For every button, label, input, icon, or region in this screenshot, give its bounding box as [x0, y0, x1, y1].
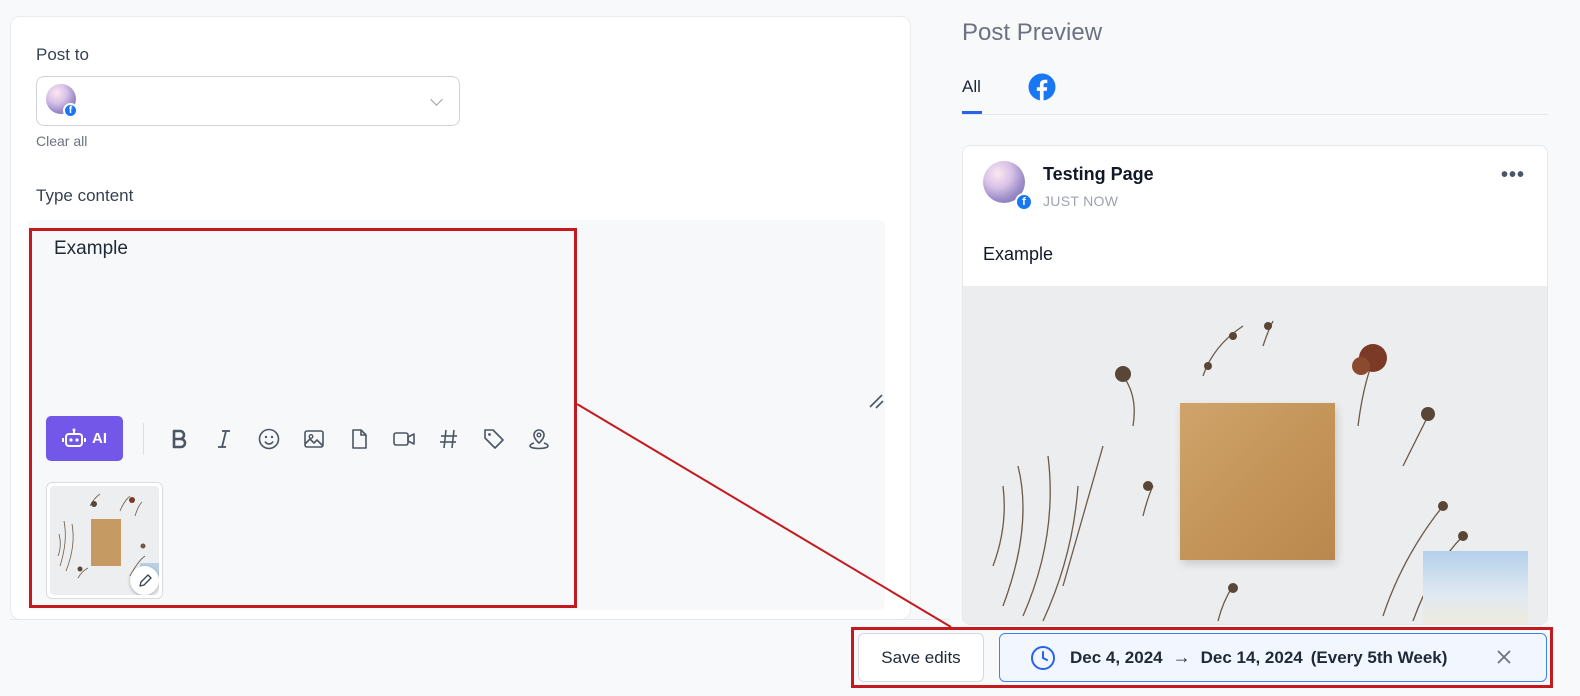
thumbnail-image — [50, 486, 159, 595]
arrow-right-icon: → — [1172, 647, 1191, 667]
facebook-badge-icon: f — [63, 103, 78, 118]
close-icon[interactable] — [1494, 647, 1514, 667]
footer-divider — [10, 619, 950, 620]
tab-facebook-icon[interactable] — [1028, 73, 1056, 101]
page-name: Testing Page — [1043, 164, 1154, 184]
file-icon[interactable] — [336, 416, 381, 461]
formatting-toolbar: AI — [46, 416, 561, 461]
facebook-badge-icon: f — [1015, 193, 1033, 211]
more-options-icon[interactable]: ••• — [1501, 164, 1525, 187]
italic-icon[interactable] — [201, 416, 246, 461]
preview-post-text: Example — [983, 244, 1054, 264]
robot-icon — [62, 428, 86, 447]
pencil-icon — [138, 573, 152, 587]
bold-icon[interactable] — [156, 416, 201, 461]
clear-all-link[interactable]: Clear all — [36, 133, 87, 149]
account-selector[interactable]: f — [36, 76, 460, 126]
tag-icon[interactable] — [471, 416, 516, 461]
video-icon[interactable] — [381, 416, 426, 461]
location-icon[interactable] — [516, 416, 561, 461]
post-timestamp: JUST NOW — [1043, 193, 1119, 209]
schedule-frequency: (Every 5th Week) — [1310, 647, 1448, 667]
post-to-label: Post to — [36, 45, 89, 64]
type-content-label: Type content — [36, 186, 134, 205]
edit-image-button[interactable] — [130, 566, 159, 595]
content-text[interactable]: Example — [54, 238, 128, 260]
post-preview-card: f Testing Page JUST NOW ••• Example — [962, 145, 1548, 625]
tabs-divider — [962, 114, 1548, 115]
image-icon[interactable] — [291, 416, 336, 461]
thumbnail-box — [91, 519, 121, 566]
toolbar-divider — [143, 422, 144, 455]
schedule-range-button[interactable]: Dec 4, 2024 → Dec 14, 2024 (Every 5th We… — [999, 633, 1547, 682]
save-edits-button[interactable]: Save edits — [858, 633, 984, 682]
preview-post-image — [963, 286, 1547, 624]
kraft-box — [1180, 403, 1335, 560]
schedule-end-date: Dec 14, 2024 — [1200, 647, 1303, 667]
schedule-start-date: Dec 4, 2024 — [1070, 647, 1163, 667]
clock-icon — [1031, 645, 1055, 670]
ai-assistant-button[interactable]: AI — [46, 416, 123, 461]
emoji-icon[interactable] — [246, 416, 291, 461]
ai-button-label: AI — [92, 430, 107, 447]
hashtag-icon[interactable] — [426, 416, 471, 461]
content-editor[interactable]: Example AI — [27, 220, 885, 610]
cloud-photo — [1423, 551, 1528, 624]
post-preview-title: Post Preview — [962, 19, 1103, 46]
chevron-down-icon[interactable] — [430, 93, 443, 106]
attached-image-thumbnail[interactable] — [46, 482, 163, 599]
tab-all[interactable]: All — [962, 77, 981, 97]
resize-handle-icon[interactable] — [867, 392, 885, 410]
